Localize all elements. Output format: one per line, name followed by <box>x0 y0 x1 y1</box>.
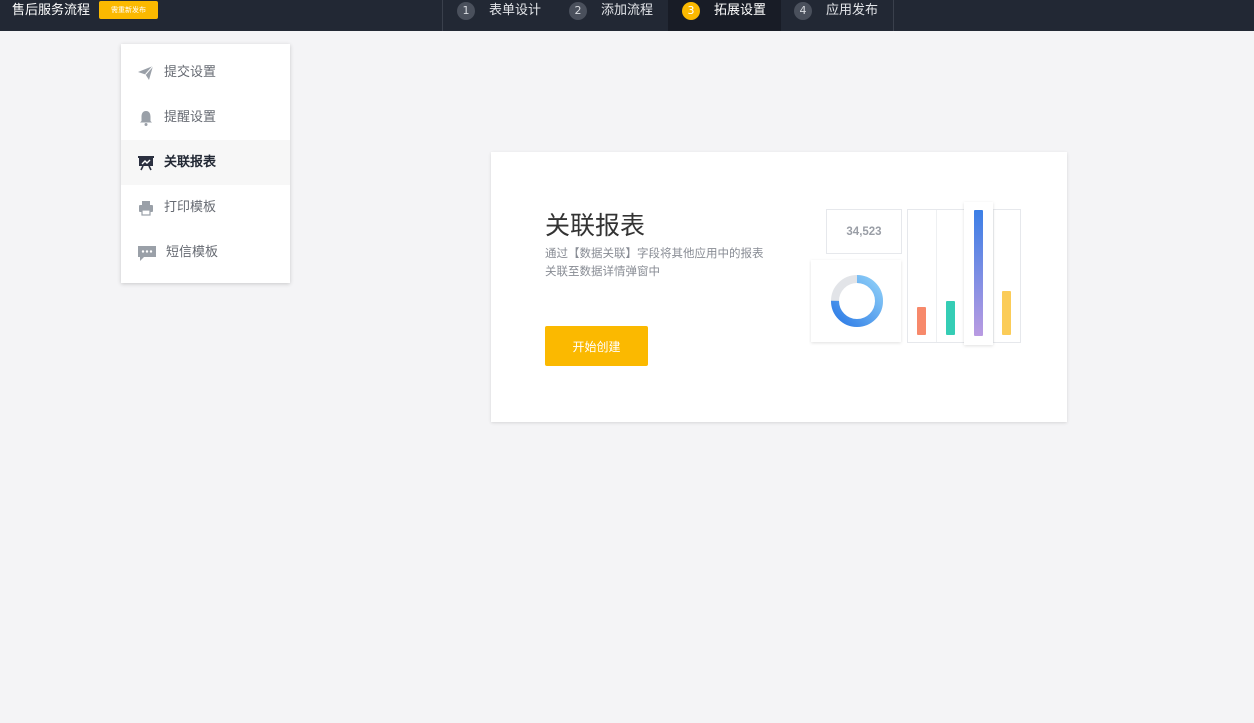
sidebar-item-reminder-settings[interactable]: 提醒设置 <box>121 95 290 140</box>
step-nav: 1 表单设计 2 添加流程 3 拓展设置 4 应用发布 <box>442 0 894 31</box>
step-number: 3 <box>682 2 700 20</box>
bar-yellow <box>1002 291 1011 335</box>
step-number: 1 <box>457 2 475 20</box>
linked-report-card: 关联报表 通过【数据关联】字段将其他应用中的报表关联至数据详情弹窗中 开始创建 … <box>491 152 1067 422</box>
page-description: 通过【数据关联】字段将其他应用中的报表关联至数据详情弹窗中 <box>545 246 764 278</box>
step-form-design[interactable]: 1 表单设计 <box>443 0 556 31</box>
report-illustration-icon: 34,523 <box>811 202 1021 345</box>
sidebar-item-print-templates[interactable]: 打印模板 <box>121 185 290 230</box>
bell-icon <box>137 109 155 127</box>
step-add-flow[interactable]: 2 添加流程 <box>556 0 668 31</box>
step-number: 2 <box>569 2 587 20</box>
sidebar-item-submit-settings[interactable]: 提交设置 <box>121 50 290 95</box>
printer-icon <box>137 199 155 217</box>
sidebar-item-label: 短信模板 <box>166 245 219 260</box>
step-extend-settings[interactable]: 3 拓展设置 <box>668 0 781 31</box>
start-create-button[interactable]: 开始创建 <box>545 326 648 366</box>
step-label: 表单设计 <box>489 3 542 18</box>
report-board-icon <box>137 154 155 172</box>
sidebar-item-sms-templates[interactable]: 短信模板 <box>121 230 290 275</box>
top-bar: 售后服务流程 需重新发布 1 表单设计 2 添加流程 3 拓展设置 4 应用发布 <box>0 0 1254 31</box>
send-icon <box>137 64 155 82</box>
sidebar-item-label: 关联报表 <box>164 155 217 170</box>
message-icon <box>137 244 157 262</box>
step-app-publish[interactable]: 4 应用发布 <box>781 0 894 31</box>
republish-badge: 需重新发布 <box>99 1 158 19</box>
app-title: 售后服务流程 <box>12 3 91 18</box>
sidebar-item-label: 提交设置 <box>164 65 217 80</box>
bar-red <box>917 307 926 335</box>
bar-gradient <box>974 210 983 336</box>
sidebar-item-linked-reports[interactable]: 关联报表 <box>121 140 290 185</box>
step-label: 添加流程 <box>601 3 654 18</box>
stat-value: 34,523 <box>846 226 881 238</box>
sidebar-item-label: 打印模板 <box>164 200 217 215</box>
step-label: 拓展设置 <box>714 3 767 18</box>
step-label: 应用发布 <box>826 3 879 18</box>
settings-sidebar: 提交设置 提醒设置 关联报表 打印模板 短信模板 <box>121 44 290 283</box>
sidebar-item-label: 提醒设置 <box>164 110 217 125</box>
page-title: 关联报表 <box>545 211 646 240</box>
bar-teal <box>946 301 955 335</box>
step-number: 4 <box>794 2 812 20</box>
